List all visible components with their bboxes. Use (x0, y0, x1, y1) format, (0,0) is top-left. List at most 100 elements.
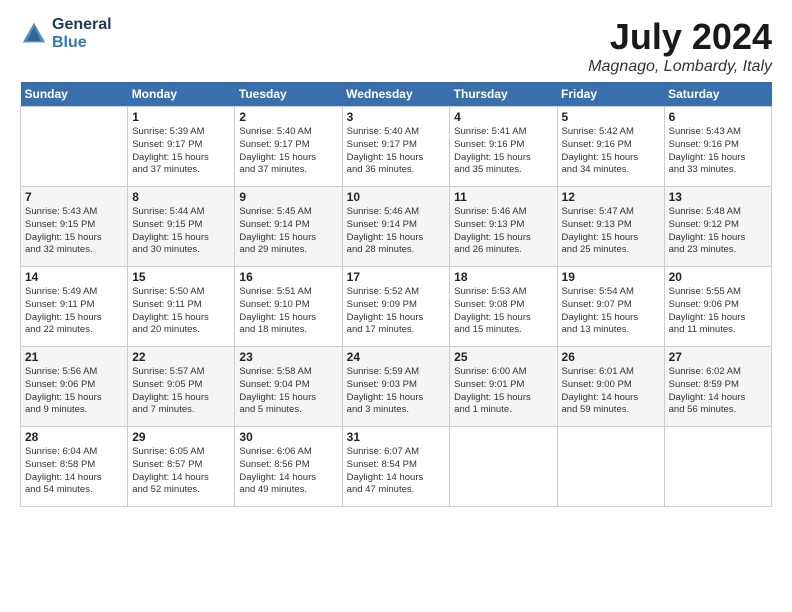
day-number: 12 (562, 190, 660, 204)
day-number: 1 (132, 110, 230, 124)
calendar-cell: 27 Sunrise: 6:02 AM Sunset: 8:59 PM Dayli… (664, 347, 771, 427)
day-number: 17 (347, 270, 446, 284)
day-info: Sunrise: 6:02 AM Sunset: 8:59 PM Dayligh… (669, 366, 767, 417)
calendar-cell (21, 107, 128, 187)
day-info: Sunrise: 5:39 AM Sunset: 9:17 PM Dayligh… (132, 126, 230, 177)
header-day-friday: Friday (557, 82, 664, 107)
header-day-thursday: Thursday (450, 82, 557, 107)
day-info: Sunrise: 5:48 AM Sunset: 9:12 PM Dayligh… (669, 206, 767, 257)
calendar-week-row: 14Sunrise: 5:49 AM Sunset: 9:11 PM Dayli… (21, 267, 772, 347)
day-info: Sunrise: 6:04 AM Sunset: 8:58 PM Dayligh… (25, 446, 123, 497)
day-number: 27 (669, 350, 767, 364)
day-number: 18 (454, 270, 552, 284)
day-info: Sunrise: 5:47 AM Sunset: 9:13 PM Dayligh… (562, 206, 660, 257)
calendar-cell: 11Sunrise: 5:46 AM Sunset: 9:13 PM Dayli… (450, 187, 557, 267)
day-number: 15 (132, 270, 230, 284)
calendar-cell: 12 Sunrise: 5:47 AM Sunset: 9:13 PM Dayli… (557, 187, 664, 267)
day-number: 29 (132, 430, 230, 444)
calendar-cell: 25 Sunrise: 6:00 AM Sunset: 9:01 PM Dayli… (450, 347, 557, 427)
day-number: 16 (239, 270, 337, 284)
day-info: Sunrise: 5:53 AM Sunset: 9:08 PM Dayligh… (454, 286, 552, 337)
calendar-cell: 1 Sunrise: 5:39 AM Sunset: 9:17 PM Daylig… (128, 107, 235, 187)
day-info: Sunrise: 5:44 AM Sunset: 9:15 PM Dayligh… (132, 206, 230, 257)
calendar-week-row: 7 Sunrise: 5:43 AM Sunset: 9:15 PM Daylig… (21, 187, 772, 267)
header-day-sunday: Sunday (21, 82, 128, 107)
day-number: 2 (239, 110, 337, 124)
day-info: Sunrise: 5:55 AM Sunset: 9:06 PM Dayligh… (669, 286, 767, 337)
day-info: Sunrise: 5:50 AM Sunset: 9:11 PM Dayligh… (132, 286, 230, 337)
calendar-cell: 26 Sunrise: 6:01 AM Sunset: 9:00 PM Dayli… (557, 347, 664, 427)
calendar-cell: 6 Sunrise: 5:43 AM Sunset: 9:16 PM Daylig… (664, 107, 771, 187)
day-number: 11 (454, 190, 552, 204)
calendar-cell: 29 Sunrise: 6:05 AM Sunset: 8:57 PM Dayli… (128, 427, 235, 507)
day-info: Sunrise: 6:01 AM Sunset: 9:00 PM Dayligh… (562, 366, 660, 417)
calendar-cell: 17Sunrise: 5:52 AM Sunset: 9:09 PM Dayli… (342, 267, 450, 347)
calendar-week-row: 28 Sunrise: 6:04 AM Sunset: 8:58 PM Dayli… (21, 427, 772, 507)
day-info: Sunrise: 5:43 AM Sunset: 9:15 PM Dayligh… (25, 206, 123, 257)
day-number: 21 (25, 350, 123, 364)
day-info: Sunrise: 5:41 AM Sunset: 9:16 PM Dayligh… (454, 126, 552, 177)
calendar-cell: 24 Sunrise: 5:59 AM Sunset: 9:03 PM Dayli… (342, 347, 450, 427)
calendar-table: SundayMondayTuesdayWednesdayThursdayFrid… (20, 82, 772, 507)
page-container: General Blue July 2024 Magnago, Lombardy… (0, 0, 792, 517)
calendar-cell: 21Sunrise: 5:56 AM Sunset: 9:06 PM Dayli… (21, 347, 128, 427)
day-info: Sunrise: 5:45 AM Sunset: 9:14 PM Dayligh… (239, 206, 337, 257)
day-number: 14 (25, 270, 123, 284)
day-number: 31 (347, 430, 446, 444)
title-block: July 2024 Magnago, Lombardy, Italy (588, 16, 772, 76)
calendar-cell (664, 427, 771, 507)
day-number: 26 (562, 350, 660, 364)
calendar-cell: 8 Sunrise: 5:44 AM Sunset: 9:15 PM Daylig… (128, 187, 235, 267)
day-info: Sunrise: 5:58 AM Sunset: 9:04 PM Dayligh… (239, 366, 337, 417)
calendar-cell: 3 Sunrise: 5:40 AM Sunset: 9:17 PM Daylig… (342, 107, 450, 187)
day-number: 8 (132, 190, 230, 204)
calendar-cell: 15 Sunrise: 5:50 AM Sunset: 9:11 PM Dayli… (128, 267, 235, 347)
day-info: Sunrise: 6:00 AM Sunset: 9:01 PM Dayligh… (454, 366, 552, 417)
calendar-cell: 13 Sunrise: 5:48 AM Sunset: 9:12 PM Dayli… (664, 187, 771, 267)
day-info: Sunrise: 5:46 AM Sunset: 9:14 PM Dayligh… (347, 206, 446, 257)
logo-text: General Blue (52, 16, 112, 51)
calendar-cell: 19Sunrise: 5:54 AM Sunset: 9:07 PM Dayli… (557, 267, 664, 347)
calendar-cell: 23Sunrise: 5:58 AM Sunset: 9:04 PM Dayli… (235, 347, 342, 427)
day-info: Sunrise: 6:05 AM Sunset: 8:57 PM Dayligh… (132, 446, 230, 497)
calendar-cell: 7 Sunrise: 5:43 AM Sunset: 9:15 PM Daylig… (21, 187, 128, 267)
calendar-cell: 2 Sunrise: 5:40 AM Sunset: 9:17 PM Daylig… (235, 107, 342, 187)
day-info: Sunrise: 5:40 AM Sunset: 9:17 PM Dayligh… (239, 126, 337, 177)
day-number: 30 (239, 430, 337, 444)
logo: General Blue (20, 16, 112, 51)
calendar-cell: 31Sunrise: 6:07 AM Sunset: 8:54 PM Dayli… (342, 427, 450, 507)
calendar-subtitle: Magnago, Lombardy, Italy (588, 58, 772, 76)
calendar-cell (557, 427, 664, 507)
calendar-week-row: 21Sunrise: 5:56 AM Sunset: 9:06 PM Dayli… (21, 347, 772, 427)
page-header: General Blue July 2024 Magnago, Lombardy… (20, 16, 772, 76)
day-number: 3 (347, 110, 446, 124)
calendar-cell: 20Sunrise: 5:55 AM Sunset: 9:06 PM Dayli… (664, 267, 771, 347)
day-info: Sunrise: 5:59 AM Sunset: 9:03 PM Dayligh… (347, 366, 446, 417)
day-number: 24 (347, 350, 446, 364)
day-number: 28 (25, 430, 123, 444)
calendar-cell: 9 Sunrise: 5:45 AM Sunset: 9:14 PM Daylig… (235, 187, 342, 267)
day-info: Sunrise: 5:40 AM Sunset: 9:17 PM Dayligh… (347, 126, 446, 177)
header-day-saturday: Saturday (664, 82, 771, 107)
calendar-week-row: 1 Sunrise: 5:39 AM Sunset: 9:17 PM Daylig… (21, 107, 772, 187)
day-number: 7 (25, 190, 123, 204)
day-number: 6 (669, 110, 767, 124)
calendar-header-row: SundayMondayTuesdayWednesdayThursdayFrid… (21, 82, 772, 107)
header-day-monday: Monday (128, 82, 235, 107)
calendar-cell: 18 Sunrise: 5:53 AM Sunset: 9:08 PM Dayli… (450, 267, 557, 347)
day-number: 25 (454, 350, 552, 364)
calendar-cell: 16Sunrise: 5:51 AM Sunset: 9:10 PM Dayli… (235, 267, 342, 347)
calendar-title: July 2024 (588, 16, 772, 58)
day-number: 9 (239, 190, 337, 204)
header-day-wednesday: Wednesday (342, 82, 450, 107)
day-info: Sunrise: 5:57 AM Sunset: 9:05 PM Dayligh… (132, 366, 230, 417)
calendar-cell: 30Sunrise: 6:06 AM Sunset: 8:56 PM Dayli… (235, 427, 342, 507)
day-number: 5 (562, 110, 660, 124)
calendar-cell: 28 Sunrise: 6:04 AM Sunset: 8:58 PM Dayli… (21, 427, 128, 507)
day-number: 13 (669, 190, 767, 204)
day-number: 22 (132, 350, 230, 364)
calendar-cell: 5Sunrise: 5:42 AM Sunset: 9:16 PM Daylig… (557, 107, 664, 187)
calendar-cell (450, 427, 557, 507)
header-day-tuesday: Tuesday (235, 82, 342, 107)
day-info: Sunrise: 5:43 AM Sunset: 9:16 PM Dayligh… (669, 126, 767, 177)
